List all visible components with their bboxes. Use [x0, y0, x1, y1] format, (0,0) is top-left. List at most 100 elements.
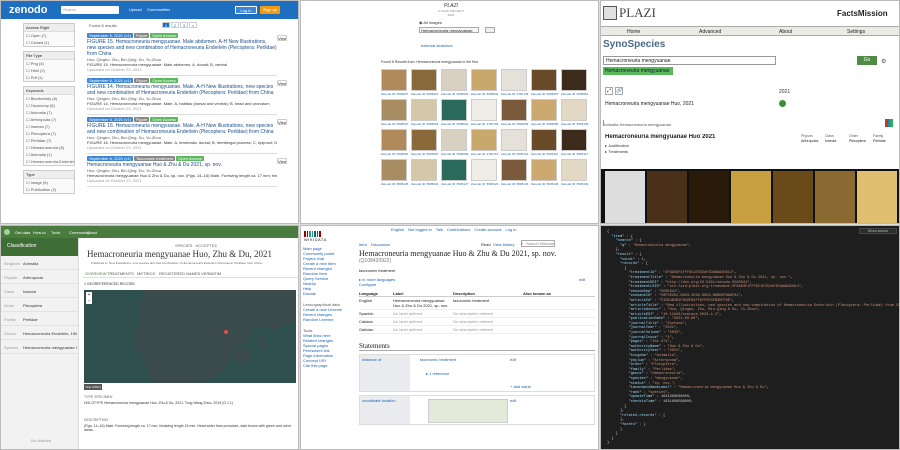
facet-item[interactable]: ☐ Plecoptera (7): [24, 130, 74, 137]
thumbnail-caption[interactable]: Zenodo ID: 5505105: [561, 122, 588, 126]
terms-cell-desc[interactable]: taxonomic treatment: [453, 298, 523, 308]
thumbnail-caption[interactable]: Zenodo ID: 5505123: [471, 182, 498, 186]
thumbnail-caption[interactable]: Zenodo ID: 5505097: [411, 152, 438, 156]
gallery-thumbnail[interactable]: [441, 159, 467, 181]
page-link[interactable]: 1: [162, 22, 170, 28]
top-link[interactable]: Contributions: [447, 227, 471, 232]
menu-settings[interactable]: Settings: [847, 29, 865, 35]
facet-item[interactable]: ☐ Taxonomy (8): [24, 102, 74, 109]
terms-cell-desc[interactable]: No description defined: [453, 327, 523, 332]
facet-item[interactable]: ☐ Animalia (7): [24, 109, 74, 116]
gallery-thumbnail[interactable]: [561, 129, 587, 151]
gallery-thumbnail[interactable]: [441, 129, 467, 151]
gallery-thumbnail[interactable]: [411, 69, 437, 91]
gallery-thumbnail[interactable]: [381, 159, 407, 181]
year-filter-chip[interactable]: Year (2021): [84, 384, 102, 390]
gallery-thumbnail[interactable]: [441, 99, 467, 121]
terms-cell-label[interactable]: No label defined: [393, 319, 453, 324]
property-coordinate-location[interactable]: coordinate location: [360, 396, 410, 424]
facet-item[interactable]: ☐ Open (7): [24, 32, 74, 39]
action-view-history[interactable]: View history: [493, 242, 515, 247]
gallery-thumbnail[interactable]: [561, 99, 587, 121]
gallery-thumbnail[interactable]: [531, 69, 557, 91]
nav-item[interactable]: Get data: [15, 230, 30, 235]
factsmission-brand[interactable]: FactsMission: [837, 9, 888, 18]
action-read[interactable]: Read: [481, 242, 491, 247]
taxon-tab[interactable]: VERBATIM: [201, 271, 221, 276]
gallery-thumbnail[interactable]: [411, 99, 437, 121]
thumbnail-caption[interactable]: Zenodo ID: 5505117: [561, 152, 588, 156]
statement-edit-link[interactable]: edit: [510, 357, 516, 362]
gallery-thumbnail[interactable]: [471, 99, 497, 121]
thumbnail-caption[interactable]: Zenodo ID: 5505133: [501, 182, 528, 186]
gallery-thumbnail[interactable]: [531, 99, 557, 121]
view-button[interactable]: View: [277, 119, 287, 125]
classification-row[interactable]: Genus Hemacroneuria Enderlein, 1909: [1, 326, 78, 340]
result-title[interactable]: FIGURE 16. Hemacroneuria mengyuanae. Mal…: [87, 123, 277, 135]
edit-link[interactable]: edit: [579, 277, 585, 282]
gallery-thumbnail[interactable]: [561, 159, 587, 181]
occurrence-marker[interactable]: [224, 330, 228, 334]
gbif-logo-icon[interactable]: [4, 229, 10, 235]
thumbnail-caption[interactable]: Zenodo ID: 5505063: [411, 122, 438, 126]
thumbnail-caption[interactable]: Zenodo ID: 5505029: [441, 92, 468, 96]
gallery-thumbnail[interactable]: [381, 69, 407, 91]
signup-button[interactable]: Sign up: [260, 6, 280, 14]
thumbnail-caption[interactable]: Zenodo ID: 5505115: [531, 152, 558, 156]
plazi-brand[interactable]: PLAZI: [619, 6, 656, 20]
page-link[interactable]: 2: [171, 22, 179, 28]
view-button[interactable]: View: [277, 35, 287, 41]
sidebar-link[interactable]: Cite this page: [303, 363, 347, 368]
result-title[interactable]: FIGURE 15. Hemacroneuria mengyuanae. Mal…: [87, 39, 277, 57]
coordinate-map[interactable]: [428, 399, 508, 423]
nav-communities[interactable]: Communities: [147, 7, 170, 12]
species-select[interactable]: Hemacroneuria mengyuanae: [419, 27, 479, 33]
gallery-thumbnail[interactable]: [381, 99, 407, 121]
top-link[interactable]: English: [391, 227, 404, 232]
page-link[interactable]: »: [189, 22, 197, 28]
nav-item[interactable]: Tools: [51, 230, 60, 235]
facet-item[interactable]: ☐ Perlidae (7): [24, 137, 74, 144]
terms-cell-desc[interactable]: No description defined: [453, 319, 523, 324]
coordinate-edit-link[interactable]: edit: [510, 398, 516, 403]
menu-about[interactable]: About: [779, 29, 792, 35]
gallery-thumbnail[interactable]: [501, 159, 527, 181]
facet-item[interactable]: ☐ Image (6): [24, 179, 74, 186]
thumbnail-caption[interactable]: Zenodo ID: 5505067: [381, 122, 408, 126]
classification-row[interactable]: Order Plecoptera: [1, 298, 78, 312]
facet-item[interactable]: ☐ Pdf (1): [24, 74, 74, 81]
add-value-link[interactable]: + add value: [510, 384, 531, 389]
thumbnail-caption[interactable]: Zenodo ID: 4781745: [501, 92, 528, 96]
thumbnail-caption[interactable]: Zenodo ID: 5505081: [381, 152, 408, 156]
justification-toggle[interactable]: ▸ Justification: [605, 143, 629, 148]
gear-icon[interactable]: ⚙: [881, 58, 886, 65]
page-link[interactable]: 3: [180, 22, 188, 28]
facet-item[interactable]: ☐ Png (4): [24, 60, 74, 67]
thumbnail-caption[interactable]: Zenodo ID: 5505125: [381, 182, 408, 186]
thumbnail-caption[interactable]: Zenodo ID: 5505015: [411, 92, 438, 96]
filter-label[interactable]: ◉ All images: [419, 20, 442, 25]
terms-cell-desc[interactable]: No description defined: [453, 311, 523, 316]
property-instance-of[interactable]: instance of: [360, 355, 410, 391]
treatments-toggle[interactable]: ▸ Treatments: [605, 149, 628, 154]
search-button[interactable]: [485, 27, 495, 33]
gallery-thumbnail[interactable]: [471, 159, 497, 181]
view-button[interactable]: View: [277, 158, 287, 164]
taxon-row[interactable]: Hemacroneuria mengyuanae Huo, 2021: [605, 101, 694, 107]
top-link[interactable]: Not logged in: [408, 227, 432, 232]
taxon-search-input[interactable]: Hemacroneuria mengyuanae: [603, 56, 776, 65]
classification-row[interactable]: Kingdom Animalia: [1, 256, 78, 270]
page-tab-discussion[interactable]: Discussion: [371, 242, 390, 247]
thumbnail-caption[interactable]: Zenodo ID: 5505136: [531, 182, 558, 186]
thumbnail-caption[interactable]: Zenodo ID: 5505139: [561, 182, 588, 186]
nav-item[interactable]: About: [87, 230, 97, 235]
result-title[interactable]: FIGURE 14. Hemacroneuria mengyuanae. Mal…: [87, 84, 277, 96]
go-button[interactable]: Go: [857, 56, 877, 65]
gallery-thumbnail[interactable]: [411, 159, 437, 181]
thumbnail-caption[interactable]: Zenodo ID: 5505085: [531, 122, 558, 126]
facet-item[interactable]: ☐ Hemacroneuria (8): [24, 144, 74, 151]
login-button[interactable]: Log in: [235, 6, 257, 14]
gallery-thumbnail[interactable]: [441, 69, 467, 91]
terms-cell-alias[interactable]: [523, 327, 583, 332]
zenodo-logo[interactable]: zenodo: [9, 4, 48, 16]
